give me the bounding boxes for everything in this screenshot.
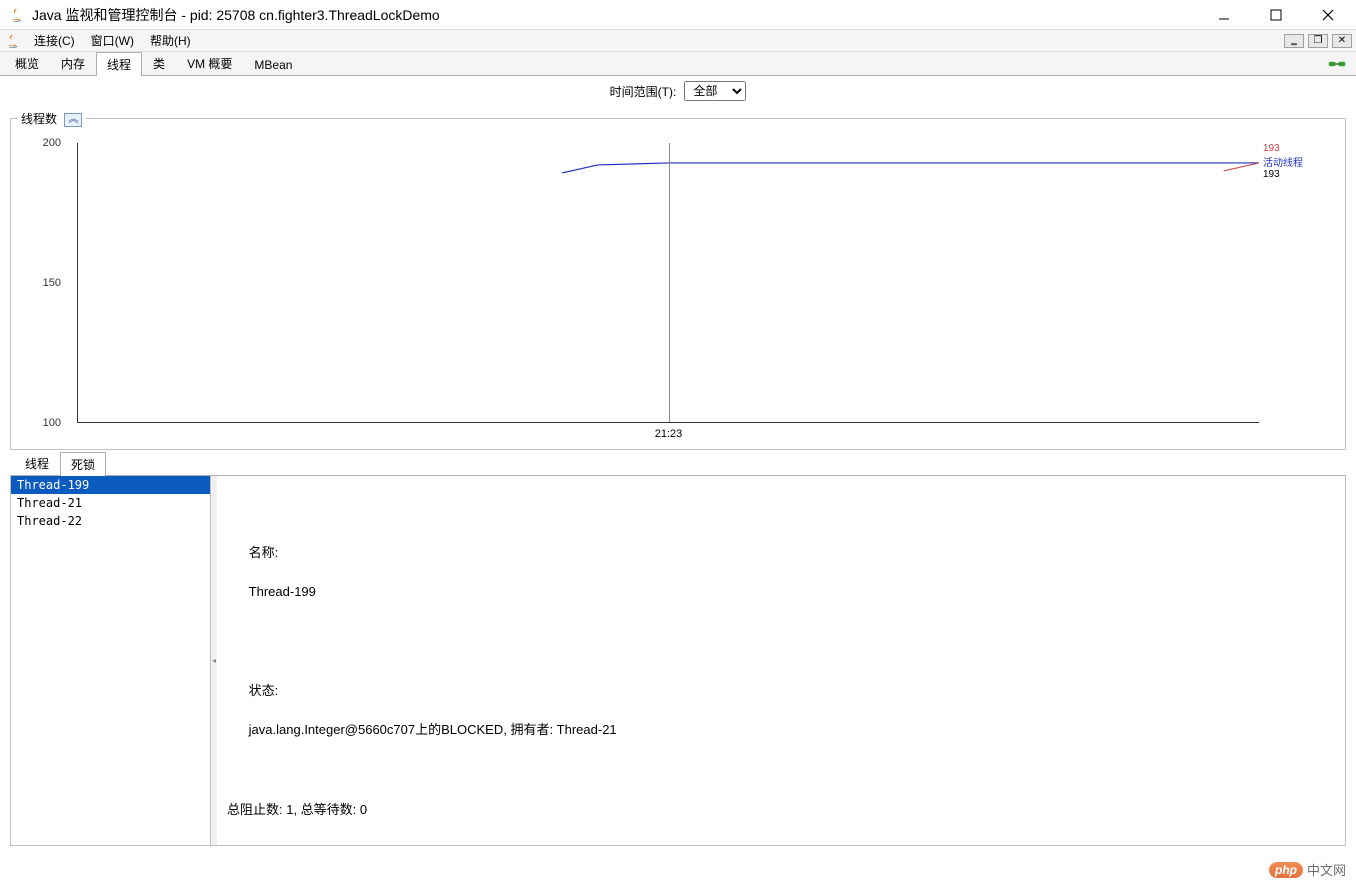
thread-list-item[interactable]: Thread-22 <box>11 512 210 530</box>
connection-status-icon <box>1328 58 1346 70</box>
chart-live-value: 193 <box>1263 169 1335 180</box>
menu-window[interactable]: 窗口(W) <box>83 30 142 51</box>
thread-count-chart-panel: 线程数 ︽ 200 150 100 21:23 193 活动线程 193 <box>10 110 1346 450</box>
subtab-threads[interactable]: 线程 <box>14 451 60 475</box>
detail-name-value: Thread-199 <box>249 584 316 599</box>
detail-name-label: 名称: <box>249 545 279 560</box>
time-range-select[interactable]: 全部 <box>684 81 746 101</box>
deadlock-thread-list[interactable]: Thread-199 Thread-21 Thread-22 <box>11 476 211 845</box>
window-maximize-button[interactable] <box>1256 3 1296 27</box>
mdi-close-button[interactable]: ✕ <box>1332 34 1352 48</box>
watermark-text: 中文网 <box>1307 860 1346 879</box>
tab-threads[interactable]: 线程 <box>96 52 142 76</box>
window-minimize-button[interactable] <box>1204 3 1244 27</box>
subtab-deadlock[interactable]: 死锁 <box>60 452 106 476</box>
x-tick: 21:23 <box>655 428 683 440</box>
mdi-restore-button[interactable]: ❐ <box>1308 34 1328 48</box>
java-icon <box>8 7 24 23</box>
chart-plot-area: 21:23 <box>77 143 1259 423</box>
mdi-minimize-button[interactable]: ‗ <box>1284 34 1304 48</box>
tab-vm-summary[interactable]: VM 概要 <box>176 51 243 75</box>
chart-value-legend: 193 活动线程 193 <box>1263 143 1335 180</box>
time-range-row: 时间范围(T): 全部 <box>0 76 1356 106</box>
main-tab-bar: 概览 内存 线程 类 VM 概要 MBean <box>0 52 1356 76</box>
window-close-button[interactable] <box>1308 3 1348 27</box>
chart-collapse-button[interactable]: ︽ <box>64 113 82 127</box>
menu-bar: 连接(C) 窗口(W) 帮助(H) ‗ ❐ ✕ <box>0 30 1356 52</box>
tab-overview[interactable]: 概览 <box>4 51 50 75</box>
time-range-label: 时间范围(T): <box>610 83 677 100</box>
thread-detail-pane: 名称: Thread-199 状态: java.lang.Integer@566… <box>217 476 1345 845</box>
detail-state-value: java.lang.Integer@5660c707上的BLOCKED, 拥有者… <box>249 722 617 737</box>
tab-classes[interactable]: 类 <box>142 51 176 75</box>
deadlock-panel: Thread-199 Thread-21 Thread-22 ◂ 名称: Thr… <box>10 476 1346 846</box>
watermark-badge: php <box>1269 862 1303 878</box>
window-title: Java 监视和管理控制台 - pid: 25708 cn.fighter3.T… <box>32 5 1204 25</box>
menu-help[interactable]: 帮助(H) <box>142 30 199 51</box>
chart-live-label: 活动线程 <box>1263 154 1335 169</box>
chart-peak-value: 193 <box>1263 143 1335 154</box>
chart-y-axis: 200 150 100 <box>17 143 67 423</box>
detail-counts: 总阻止数: 1, 总等待数: 0 <box>227 800 1335 820</box>
y-tick: 100 <box>43 417 61 429</box>
watermark: php 中文网 <box>1269 860 1346 879</box>
window-titlebar: Java 监视和管理控制台 - pid: 25708 cn.fighter3.T… <box>0 0 1356 30</box>
sub-tab-bar: 线程 死锁 <box>10 454 1346 476</box>
thread-list-item[interactable]: Thread-21 <box>11 494 210 512</box>
y-tick: 200 <box>43 137 61 149</box>
tab-mbeans[interactable]: MBean <box>243 54 303 75</box>
y-tick: 150 <box>43 277 61 289</box>
detail-state-label: 状态: <box>249 683 279 698</box>
chart-legend-label: 线程数 <box>21 112 57 126</box>
java-icon <box>4 33 20 49</box>
chart-vertical-gridline <box>669 143 670 422</box>
split-grip-icon: ◂ <box>212 656 216 665</box>
thread-list-item[interactable]: Thread-199 <box>11 476 210 494</box>
menu-connect[interactable]: 连接(C) <box>26 30 83 51</box>
tab-memory[interactable]: 内存 <box>50 51 96 75</box>
